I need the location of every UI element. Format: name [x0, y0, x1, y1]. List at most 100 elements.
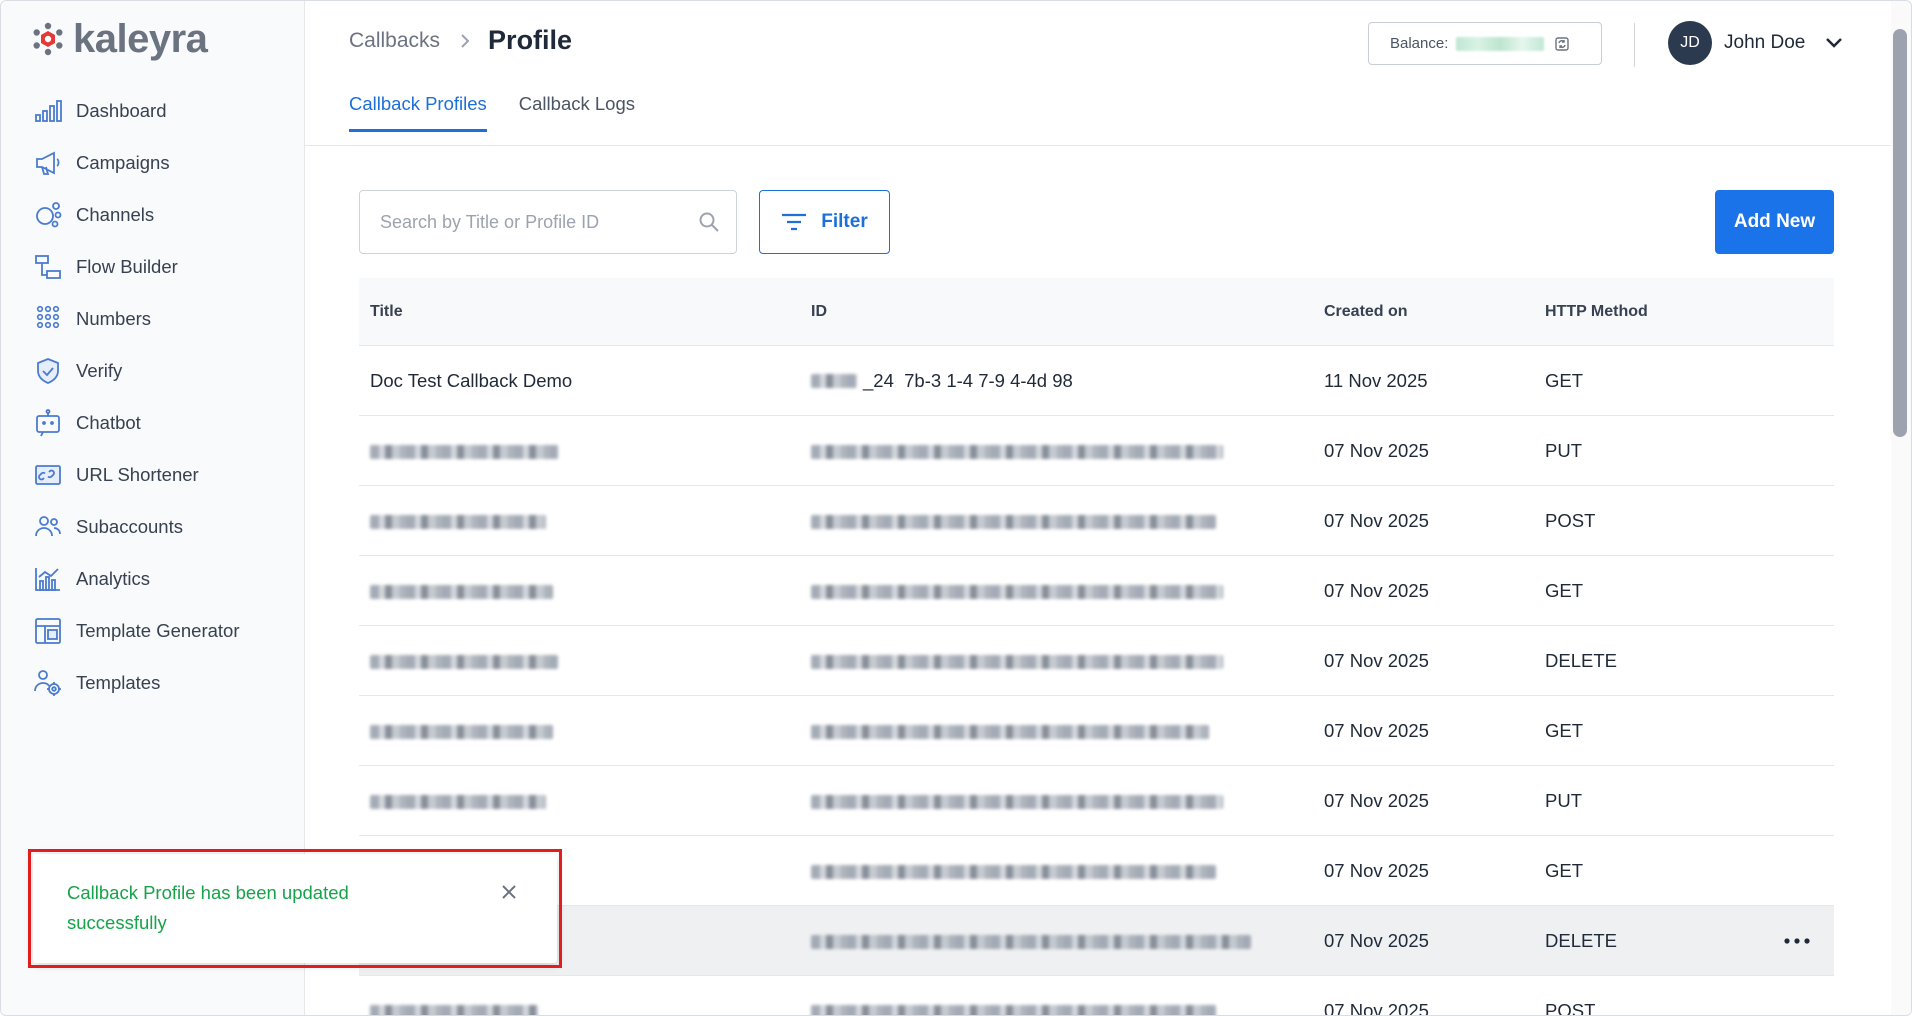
cell-title — [359, 580, 800, 602]
breadcrumb-callbacks-link[interactable]: Callbacks — [349, 29, 440, 53]
table-row[interactable]: 07 Nov 2025 POST — [359, 976, 1834, 1016]
cell-http-method: PUT — [1545, 789, 1582, 811]
filter-button[interactable]: Filter — [759, 190, 890, 254]
table-row[interactable]: 07 Nov 2025 GET — [359, 556, 1834, 626]
redacted-text — [370, 1004, 538, 1015]
sidebar-nav: Dashboard Campaigns Channels Flow Builde… — [1, 85, 305, 709]
search-input[interactable] — [380, 211, 698, 233]
redacted-text — [370, 514, 546, 529]
template-generator-icon — [33, 616, 63, 646]
sidebar-item-numbers[interactable]: Numbers — [1, 293, 305, 345]
cell-created-on: 07 Nov 2025 — [1324, 509, 1429, 531]
kaleyra-logo-icon — [31, 22, 65, 56]
sidebar-item-label: Templates — [76, 672, 161, 693]
redacted-text — [811, 934, 1251, 949]
balance-label: Balance: — [1390, 35, 1449, 52]
sidebar-item-campaigns[interactable]: Campaigns — [1, 137, 305, 189]
sidebar-item-channels[interactable]: Channels — [1, 189, 305, 241]
table-row[interactable]: 07 Nov 2025 DELETE — [359, 626, 1834, 696]
filter-button-label: Filter — [821, 211, 868, 232]
link-icon — [33, 460, 63, 490]
tab-callback-profiles[interactable]: Callback Profiles — [349, 93, 487, 132]
redacted-text — [811, 654, 1223, 669]
cell-http-method: PUT — [1545, 439, 1582, 461]
table-row[interactable]: 07 Nov 2025 PUT — [359, 416, 1834, 486]
redacted-text — [370, 444, 558, 459]
brand-name: kaleyra — [73, 17, 208, 61]
chevron-down-icon[interactable] — [1825, 37, 1843, 49]
redacted-text — [370, 794, 546, 809]
sidebar-item-analytics[interactable]: Analytics — [1, 553, 305, 605]
cell-created-on: 07 Nov 2025 — [1324, 439, 1429, 461]
table-row[interactable]: 07 Nov 2025 GET — [359, 836, 1834, 906]
app-window: kaleyra Dashboard Campaigns Channels Flo… — [0, 0, 1912, 1016]
cell-id: _24 7b-3 1-4 7-9 4-4d 98 — [800, 370, 1313, 392]
sidebar-item-label: Campaigns — [76, 152, 170, 173]
balance-widget[interactable]: Balance: — [1368, 22, 1602, 65]
cell-title — [359, 790, 800, 812]
redacted-text — [811, 794, 1223, 809]
cell-created-on: 07 Nov 2025 — [1324, 719, 1429, 741]
brand-logo[interactable]: kaleyra — [31, 17, 208, 61]
sidebar-item-flow-builder[interactable]: Flow Builder — [1, 241, 305, 293]
cell-title — [359, 650, 800, 672]
header-divider — [1634, 23, 1635, 67]
table-row[interactable]: 07 Nov 2025 GET — [359, 696, 1834, 766]
column-header-created-on[interactable]: Created on — [1313, 303, 1534, 321]
megaphone-icon — [33, 148, 63, 178]
column-header-id[interactable]: ID — [800, 303, 1313, 321]
search-icon[interactable] — [698, 211, 720, 233]
redacted-text — [370, 654, 558, 669]
sidebar-item-verify[interactable]: Verify — [1, 345, 305, 397]
chevron-right-icon — [460, 33, 470, 49]
cell-id-text: _24 7b-3 1-4 7-9 4-4d 98 — [863, 369, 1073, 391]
cell-id — [800, 510, 1313, 532]
cell-http-method: DELETE — [1545, 649, 1617, 671]
chatbot-icon — [33, 408, 63, 438]
sidebar-item-label: URL Shortener — [76, 464, 199, 485]
sidebar-item-templates[interactable]: Templates — [1, 657, 305, 709]
sidebar-item-label: Flow Builder — [76, 256, 178, 277]
sidebar-item-label: Subaccounts — [76, 516, 183, 537]
user-name: John Doe — [1724, 32, 1806, 53]
callback-profiles-table: Title ID Created on HTTP Method Doc Test… — [359, 278, 1834, 1016]
sidebar-item-label: Numbers — [76, 308, 152, 329]
table-row-hovered[interactable]: 07 Nov 2025 DELETE — [359, 906, 1834, 976]
toast-highlight-box — [28, 849, 562, 968]
user-menu[interactable]: JD John Doe — [1668, 21, 1843, 65]
sidebar-item-template-generator[interactable]: Template Generator — [1, 605, 305, 657]
column-header-title[interactable]: Title — [359, 303, 800, 321]
table-row[interactable]: 07 Nov 2025 PUT — [359, 766, 1834, 836]
cell-http-method: POST — [1545, 999, 1596, 1016]
dial-pad-icon — [33, 304, 63, 334]
cell-http-method: GET — [1545, 719, 1584, 741]
cell-id — [800, 650, 1313, 672]
sidebar-item-chatbot[interactable]: Chatbot — [1, 397, 305, 449]
table-header: Title ID Created on HTTP Method — [359, 278, 1834, 346]
cell-title: Doc Test Callback Demo — [370, 369, 573, 391]
tab-bar: Callback Profiles Callback Logs — [349, 93, 667, 132]
sidebar-item-dashboard[interactable]: Dashboard — [1, 85, 305, 137]
table-row[interactable]: Doc Test Callback Demo _24 7b-3 1-4 7-9 … — [359, 346, 1834, 416]
shield-check-icon — [33, 356, 63, 386]
cell-title — [359, 1000, 800, 1015]
table-row[interactable]: 07 Nov 2025 POST — [359, 486, 1834, 556]
refresh-icon[interactable] — [1554, 36, 1570, 52]
sidebar-item-subaccounts[interactable]: Subaccounts — [1, 501, 305, 553]
cell-created-on: 07 Nov 2025 — [1324, 789, 1429, 811]
redacted-text — [370, 724, 553, 739]
cell-created-on: 07 Nov 2025 — [1324, 999, 1429, 1016]
add-new-button[interactable]: Add New — [1715, 190, 1834, 254]
redacted-text — [370, 584, 553, 599]
redacted-text — [811, 584, 1223, 599]
column-header-http-method[interactable]: HTTP Method — [1534, 303, 1834, 321]
more-options-icon[interactable] — [1784, 906, 1810, 976]
cell-id — [800, 580, 1313, 602]
cell-http-method: GET — [1545, 579, 1584, 601]
scrollbar-thumb[interactable] — [1893, 29, 1907, 437]
cell-http-method: GET — [1545, 859, 1584, 881]
cell-id — [800, 1000, 1313, 1015]
sidebar-item-url-shortener[interactable]: URL Shortener — [1, 449, 305, 501]
tab-callback-logs[interactable]: Callback Logs — [519, 93, 635, 132]
cell-title — [359, 440, 800, 462]
